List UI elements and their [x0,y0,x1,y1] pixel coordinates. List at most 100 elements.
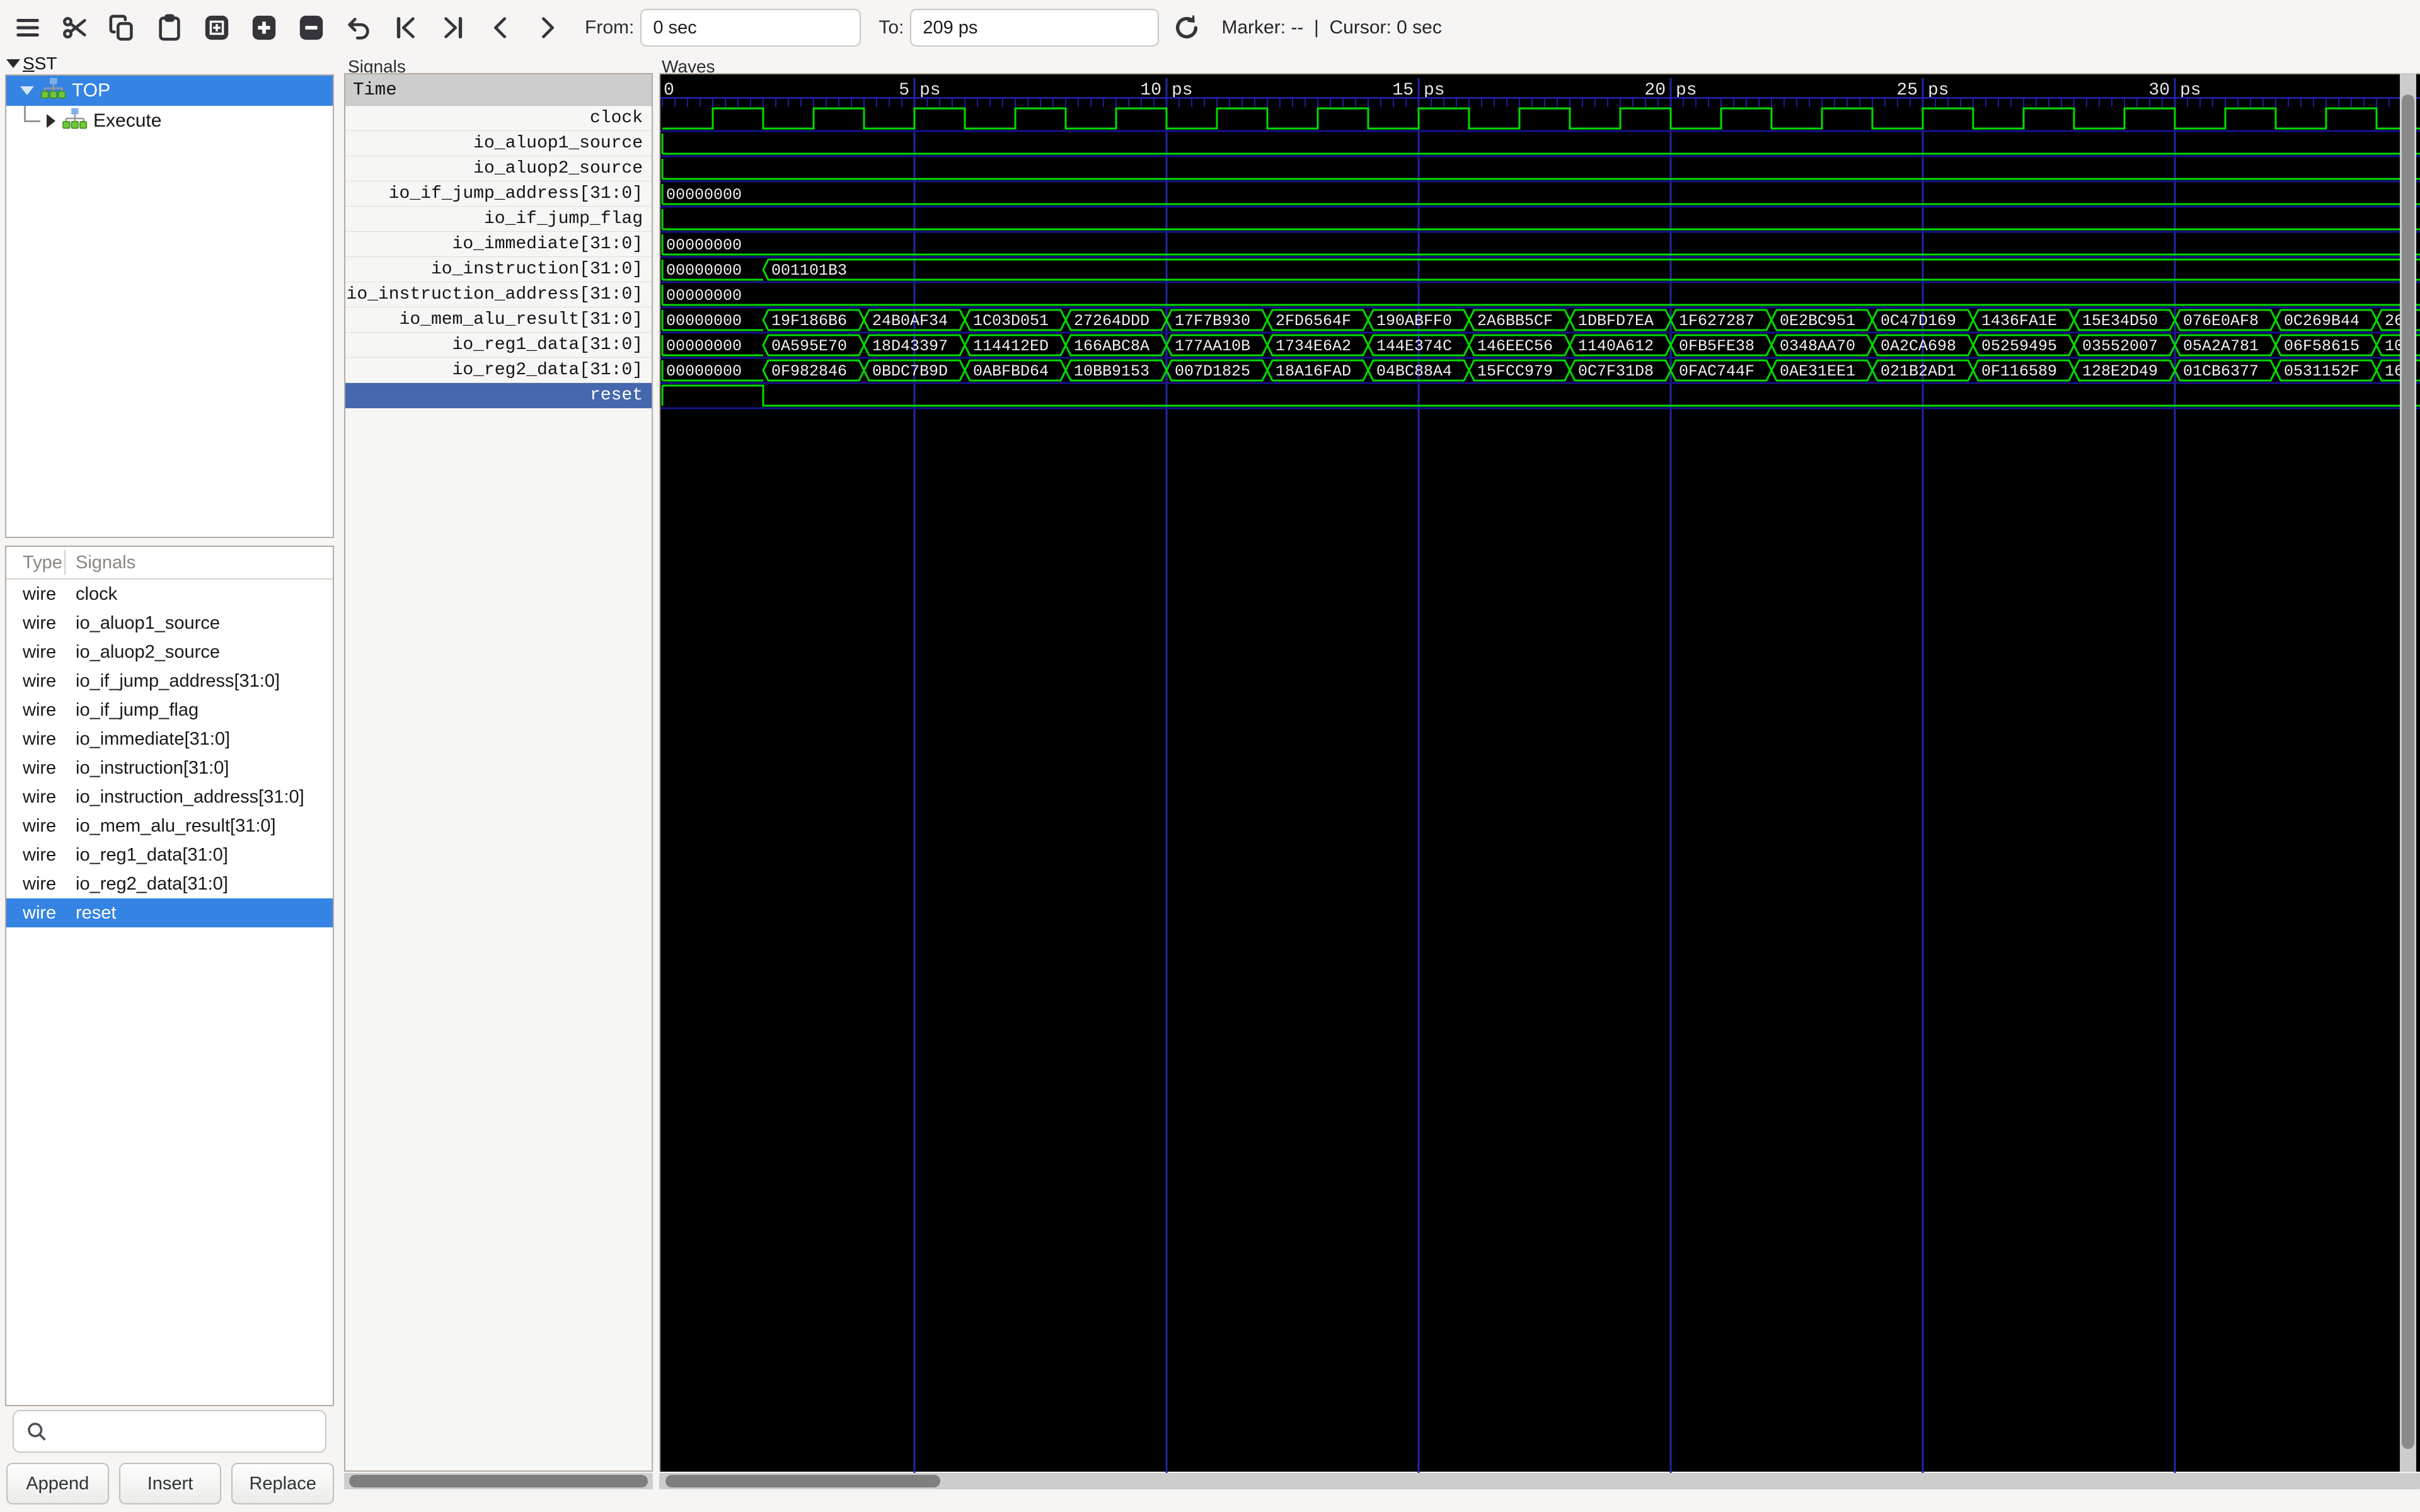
signal-row[interactable]: reset [345,383,652,408]
wave-trace-io_aluop2_source [662,159,2420,179]
next-icon[interactable] [528,8,567,47]
toolbar: From: To: Marker: -- | Cursor: 0 sec [0,0,2420,55]
expander-closed-icon[interactable] [47,114,55,128]
waves-vscroll-thumb[interactable] [2402,94,2414,1449]
reload-icon[interactable] [1167,8,1206,47]
copy-icon[interactable] [103,8,142,47]
signals-list: Time clockio_aluop1_sourceio_aluop2_sour… [344,73,653,1472]
tree-node-execute[interactable]: Execute [6,106,333,136]
svg-text:18D43397: 18D43397 [872,337,948,355]
table-row[interactable]: wireio_if_jump_address[31:0] [6,667,333,696]
signal-row[interactable]: io_aluop1_source [345,131,652,156]
column-header-signals: Signals [66,553,135,573]
signal-type: wire [6,845,66,866]
svg-text:0AE31EE1: 0AE31EE1 [1780,362,1855,381]
to-input[interactable] [910,9,1159,47]
table-row[interactable]: wireio_if_jump_flag [6,696,333,724]
svg-text:2FD6564F: 2FD6564F [1276,312,1351,330]
insert-button[interactable]: Insert [119,1463,222,1504]
wave-trace-io_instruction_address310: 00000000 [662,285,2420,305]
signal-name: io_mem_alu_result[31:0] [66,816,276,837]
svg-text:0F982846: 0F982846 [771,362,847,381]
signal-row[interactable]: io_mem_alu_result[31:0] [345,307,652,333]
signal-type: wire [6,700,66,721]
table-row[interactable]: wirereset [6,898,333,927]
expander-open-icon[interactable] [20,86,34,95]
append-button[interactable]: Append [6,1463,109,1504]
table-row[interactable]: wireio_reg1_data[31:0] [6,840,333,869]
wave-trace-clock [662,108,2420,129]
column-header-type: Type [6,553,64,573]
svg-text:04BC88A4: 04BC88A4 [1376,362,1452,381]
svg-text:19F186B6: 19F186B6 [771,312,847,330]
svg-text:15E34D50: 15E34D50 [2082,312,2158,330]
svg-text:10BB9153: 10BB9153 [1074,362,1150,381]
go-first-icon[interactable] [386,8,425,47]
wave-trace-io_instruction310: 00000000001101B3 [662,260,2420,280]
table-row[interactable]: wireclock [6,580,333,609]
cut-icon[interactable] [55,8,95,47]
signal-row[interactable]: io_if_jump_address[31:0] [345,181,652,207]
svg-text:0531152F: 0531152F [2284,362,2360,381]
menu-icon[interactable] [8,8,47,47]
hierarchy-tree: TOPExecute [5,74,334,538]
from-input[interactable] [640,9,861,47]
svg-text:1C03D051: 1C03D051 [973,312,1049,330]
to-label: To: [879,17,904,38]
hierarchy-icon [62,107,93,135]
table-row[interactable]: wireio_aluop1_source [6,609,333,638]
wave-trace-io_immediate310: 00000000 [662,234,2420,255]
signal-name: io_reg1_data[31:0] [66,845,228,866]
tree-node-top[interactable]: TOP [6,76,333,106]
svg-text:00000000: 00000000 [666,236,742,255]
signals-hscroll-thumb[interactable] [349,1475,648,1487]
svg-text:15FCC979: 15FCC979 [1477,362,1553,381]
sst-section-header[interactable]: SST [6,55,334,72]
table-row[interactable]: wireio_mem_alu_result[31:0] [6,811,333,840]
wave-trace-reset [662,386,2420,406]
table-row[interactable]: wireio_reg2_data[31:0] [6,869,333,898]
from-label: From: [585,17,634,38]
svg-text:0F116589: 0F116589 [1981,362,2057,381]
waves-horizontal-scrollbar[interactable] [659,1473,2420,1489]
signal-type: wire [6,584,66,605]
svg-text:0FAC744F: 0FAC744F [1679,362,1754,381]
replace-button[interactable]: Replace [231,1463,334,1504]
wave-trace-io_mem_alu_result310: 0000000019F186B624B0AF341C03D05127264DDD… [662,310,2420,330]
paste-icon[interactable] [150,8,189,47]
table-row[interactable]: wireio_instruction[31:0] [6,753,333,782]
svg-text:00000000: 00000000 [666,337,742,355]
waves-hscroll-thumb[interactable] [666,1475,940,1487]
zoom-out-icon[interactable] [292,8,331,47]
signal-row[interactable]: io_aluop2_source [345,156,652,181]
svg-text:144E374C: 144E374C [1376,337,1452,355]
toolbar-icon-group [0,8,567,47]
svg-text:06F58615: 06F58615 [2284,337,2360,355]
wave-canvas[interactable]: 05ps10ps15ps20ps25ps30ps0000000000000000… [659,73,2420,1472]
signal-row[interactable]: clock [345,106,652,131]
zoom-in-icon[interactable] [245,8,284,47]
undo-icon[interactable] [339,8,378,47]
signal-row[interactable]: io_instruction[31:0] [345,257,652,282]
svg-text:021B2AD1: 021B2AD1 [1881,362,1956,381]
signals-horizontal-scrollbar[interactable] [344,1473,653,1489]
signal-row[interactable]: io_reg2_data[31:0] [345,358,652,383]
waves-vertical-scrollbar[interactable] [2400,73,2416,1472]
time-header-row[interactable]: Time [345,74,652,106]
signal-row[interactable]: io_reg1_data[31:0] [345,333,652,358]
signal-name: io_aluop2_source [66,642,220,663]
table-row[interactable]: wireio_immediate[31:0] [6,724,333,753]
signal-type: wire [6,729,66,750]
go-last-icon[interactable] [434,8,473,47]
signal-row[interactable]: io_immediate[31:0] [345,232,652,257]
zoom-fit-icon[interactable] [197,8,236,47]
signal-row[interactable]: io_instruction_address[31:0] [345,282,652,307]
table-row[interactable]: wireio_aluop2_source [6,638,333,667]
signal-type: wire [6,642,66,663]
wave-trace-io_reg1_data310: 000000000A595E7018D43397114412ED166ABC8A… [662,335,2420,355]
prev-icon[interactable] [481,8,520,47]
svg-text:03552007: 03552007 [2082,337,2158,355]
table-row[interactable]: wireio_instruction_address[31:0] [6,782,333,811]
signal-row[interactable]: io_if_jump_flag [345,207,652,232]
signal-search-input[interactable] [13,1410,326,1453]
